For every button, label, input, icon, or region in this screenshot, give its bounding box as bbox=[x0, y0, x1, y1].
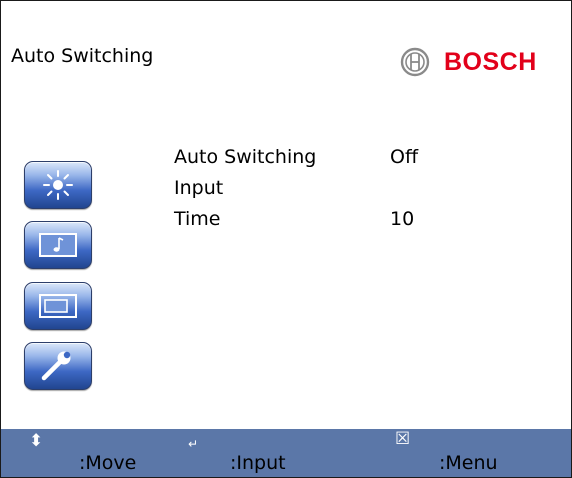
bosch-logo-icon bbox=[400, 47, 430, 77]
menu-item-label: Time bbox=[174, 208, 221, 230]
audio-settings-button[interactable] bbox=[24, 221, 92, 269]
input-hint-label: :Input bbox=[230, 452, 286, 474]
window-icon bbox=[39, 294, 77, 318]
menu-item-value: Off bbox=[390, 146, 419, 168]
picture-settings-button[interactable] bbox=[24, 161, 92, 209]
wrench-icon bbox=[41, 351, 71, 381]
display-settings-button[interactable] bbox=[24, 282, 92, 330]
move-hint-label: :Move bbox=[79, 452, 137, 474]
footer-hint-bar: ⬍ :Move ↵ :Input ☒ :Menu bbox=[1, 429, 571, 477]
menu-item-label: Auto Switching bbox=[174, 146, 317, 168]
osd-screen: Auto Switching BOSCH Auto Switching Off … bbox=[0, 0, 572, 478]
sun-icon bbox=[43, 170, 73, 200]
menu-item-value: 10 bbox=[390, 208, 415, 230]
brand-name: BOSCH bbox=[444, 47, 537, 76]
up-down-arrows-icon: ⬍ bbox=[29, 431, 44, 451]
page-title: Auto Switching bbox=[11, 45, 154, 67]
enter-icon: ↵ bbox=[188, 437, 199, 451]
brand: BOSCH bbox=[400, 47, 537, 77]
menu-item-label: Input bbox=[174, 177, 224, 199]
music-note-icon bbox=[39, 233, 77, 257]
menu-hint-label: :Menu bbox=[439, 452, 498, 474]
setup-settings-button[interactable] bbox=[24, 342, 92, 390]
close-box-icon: ☒ bbox=[395, 429, 411, 449]
